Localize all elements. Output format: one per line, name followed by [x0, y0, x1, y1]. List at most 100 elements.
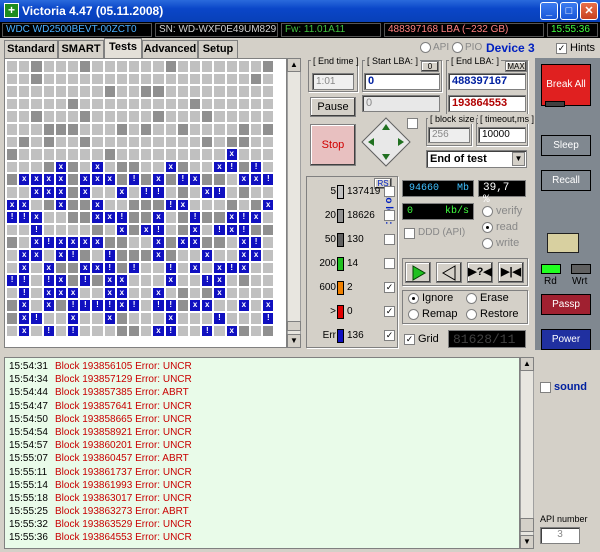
error-block: !: [104, 250, 115, 261]
tab-smart[interactable]: SMART: [58, 40, 104, 58]
scroll-thumb[interactable]: [520, 518, 534, 532]
to-log-checkbox[interactable]: ✓: [384, 306, 395, 317]
block-cell: [92, 287, 103, 299]
block-cell: [202, 174, 213, 185]
error-block: x: [55, 287, 66, 299]
sound-checkbox[interactable]: [540, 382, 551, 393]
to-log-checkbox[interactable]: [384, 186, 395, 197]
read-radio[interactable]: [482, 222, 493, 233]
error-block: x: [116, 287, 127, 299]
log-message: Block 193863017 Error: UNCR: [55, 492, 192, 504]
block-cell: [190, 61, 201, 72]
to-log-checkbox[interactable]: [384, 210, 395, 221]
start-lba-input[interactable]: 0: [364, 73, 440, 90]
direction-checkbox[interactable]: [407, 118, 418, 129]
to-log-checkbox[interactable]: [384, 258, 395, 269]
verify-radio[interactable]: [482, 206, 493, 217]
block-cell: [177, 275, 188, 286]
block-cell: [214, 250, 225, 261]
block-cell: [251, 73, 262, 85]
wrt-label: Wrt: [572, 276, 588, 287]
break-all-button[interactable]: Break All: [541, 64, 591, 106]
block-cell: [153, 86, 164, 97]
block-cell: [43, 199, 54, 211]
sleep-button[interactable]: Sleep: [541, 135, 591, 156]
power-button[interactable]: Power: [541, 329, 591, 350]
block-cell: [80, 149, 91, 160]
minimize-button[interactable]: _: [540, 2, 558, 20]
back-icon[interactable]: [436, 262, 462, 283]
direction-pad[interactable]: [360, 116, 412, 168]
drive-firmware: Fw: 11.01A11: [281, 23, 381, 37]
scroll-down-icon[interactable]: ▼: [287, 334, 301, 348]
end-lba-max-button[interactable]: MAX: [505, 61, 527, 72]
stat-color-swatch-icon: [337, 209, 344, 223]
block-map-scrollbar[interactable]: ▲ ▼: [287, 58, 301, 348]
recall-button[interactable]: Recall: [541, 170, 591, 191]
block-cell: [92, 187, 103, 198]
play-icon[interactable]: [405, 262, 431, 283]
log-message: Block 193864553 Error: UNCR: [55, 532, 192, 544]
restore-radio[interactable]: [466, 309, 477, 320]
log-scrollbar[interactable]: ▲ ▼: [520, 357, 534, 549]
pause-button[interactable]: Pause: [310, 97, 356, 117]
end-time-input[interactable]: 1:01: [312, 73, 354, 90]
jump-end-icon[interactable]: ▶|◀: [498, 262, 524, 283]
error-block: x: [214, 287, 225, 299]
block-cell: [214, 98, 225, 110]
error-block: x: [238, 250, 249, 261]
speed-value: 0: [407, 206, 414, 217]
to-log-checkbox[interactable]: ✓: [384, 330, 395, 341]
tab-standard[interactable]: Standard: [4, 40, 58, 58]
stop-button[interactable]: Stop: [310, 124, 356, 166]
tab-advanced[interactable]: Advanced: [142, 40, 198, 58]
title-bar: + Victoria 4.47 (05.11.2008) _ □ ✕: [0, 0, 600, 22]
to-log-checkbox[interactable]: ✓: [384, 282, 395, 293]
scroll-up-icon[interactable]: ▲: [520, 357, 534, 371]
stat-row: 20 18626: [308, 208, 396, 226]
end-lba-input[interactable]: 488397167: [448, 73, 526, 90]
pio-radio[interactable]: [452, 42, 463, 53]
block-cell: [116, 136, 127, 148]
block-cell: [226, 237, 237, 248]
scroll-up-icon[interactable]: ▲: [287, 58, 301, 72]
start-lba-reset-button[interactable]: 0: [421, 61, 439, 72]
log-message: Block 193860201 Error: UNCR: [55, 440, 192, 452]
close-button[interactable]: ✕: [580, 2, 598, 20]
api-label: API: [433, 42, 450, 53]
timeout-select[interactable]: 10000: [478, 127, 526, 143]
block-cell: [55, 61, 66, 72]
scroll-thumb[interactable]: [287, 321, 301, 331]
maximize-button[interactable]: □: [560, 2, 578, 20]
block-cell: [141, 174, 152, 185]
block-cell: [129, 325, 140, 337]
ddd-checkbox[interactable]: [404, 228, 415, 239]
tab-setup[interactable]: Setup: [198, 40, 238, 58]
scroll-down-icon[interactable]: ▼: [520, 535, 534, 549]
hints-checkbox[interactable]: ✓: [556, 43, 567, 54]
api-number-input[interactable]: 3: [540, 527, 580, 544]
block-cell: [55, 212, 66, 223]
to-log-checkbox[interactable]: [384, 234, 395, 245]
remap-radio[interactable]: [408, 309, 419, 320]
block-cell: [19, 149, 30, 160]
log-time: 15:55:11: [9, 466, 48, 478]
ignore-radio[interactable]: [408, 293, 419, 304]
write-radio[interactable]: [482, 238, 493, 249]
seek-icon[interactable]: ▶?◀: [467, 262, 493, 283]
block-cell: [19, 111, 30, 122]
block-cell: [226, 111, 237, 122]
error-block: !: [80, 275, 91, 286]
block-cell: [104, 61, 115, 72]
log-entry: 15:54:47 Block 193857641 Error: UNCR: [5, 400, 505, 413]
block-cell: [7, 73, 18, 85]
chevron-down-icon[interactable]: ▼: [512, 152, 525, 166]
error-block: !: [129, 262, 140, 274]
api-radio[interactable]: [420, 42, 431, 53]
block-size-select[interactable]: 256: [428, 127, 470, 143]
tab-tests[interactable]: Tests: [104, 38, 142, 58]
grid-checkbox[interactable]: ✓: [404, 334, 415, 345]
erase-radio[interactable]: [466, 293, 477, 304]
block-cell: [116, 111, 127, 122]
passp-button[interactable]: Passp: [541, 294, 591, 315]
